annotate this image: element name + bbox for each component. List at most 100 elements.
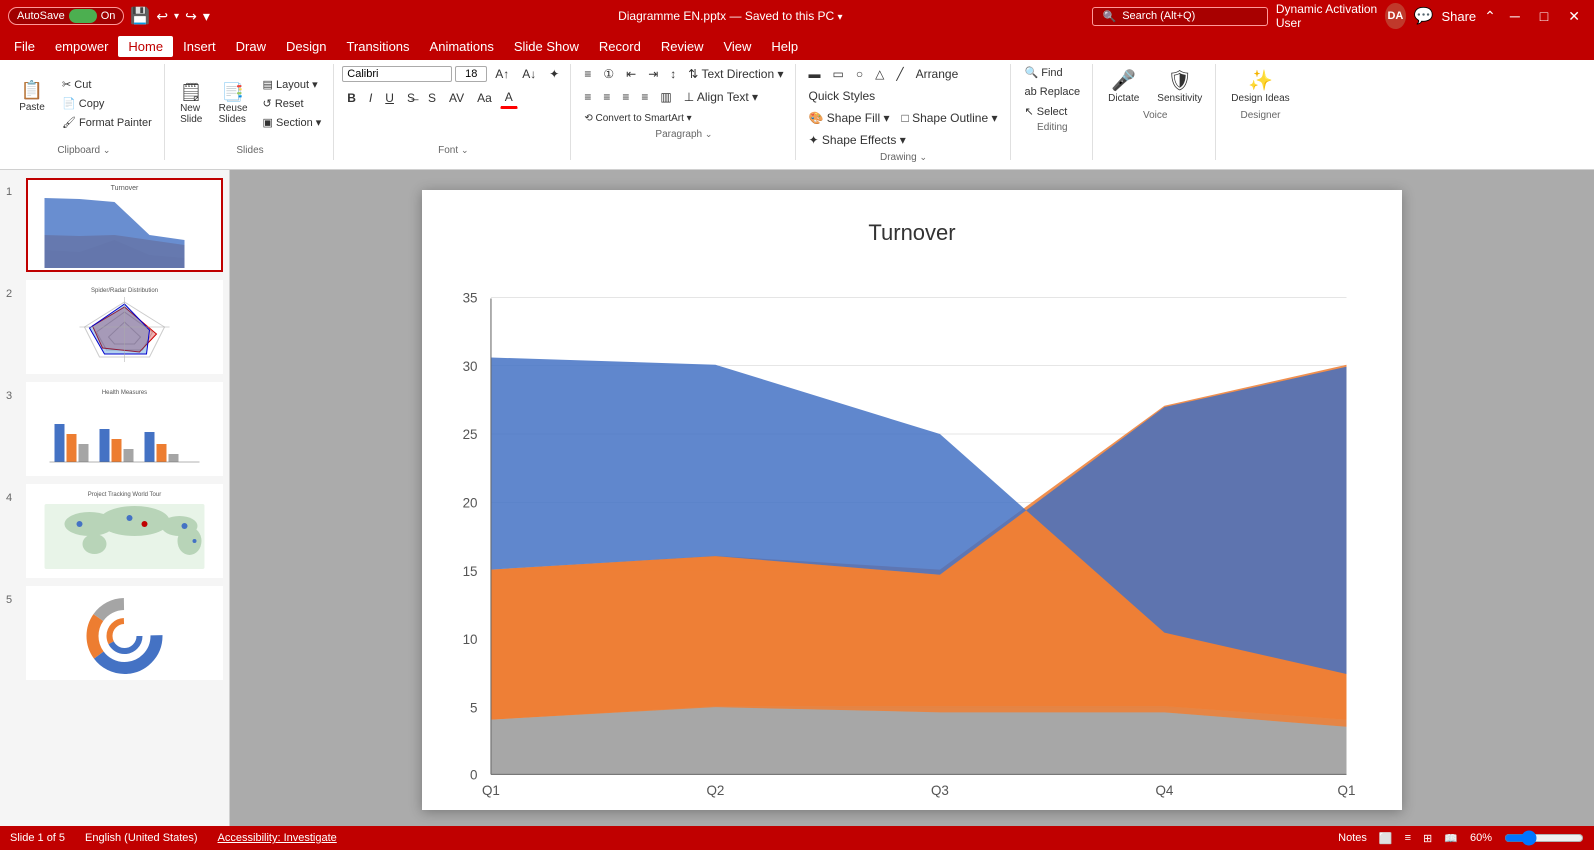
accessibility-info[interactable]: Accessibility: Investigate	[218, 832, 337, 844]
slide-thumb-4[interactable]: Project Tracking World Tour	[26, 484, 223, 578]
menu-slideshow[interactable]: Slide Show	[504, 36, 589, 57]
font-color-button[interactable]: A	[500, 87, 518, 109]
zoom-slider[interactable]	[1504, 830, 1584, 846]
save-icon[interactable]: 💾	[130, 6, 150, 26]
select-button[interactable]: ↖ Select	[1019, 103, 1087, 120]
slide-item-1[interactable]: 1 Turnover	[6, 178, 223, 272]
slide-item-2[interactable]: 2 Spider/Radar Distribution	[6, 280, 223, 374]
share-button[interactable]: Share	[1441, 9, 1476, 24]
slide-item-4[interactable]: 4 Project Tracking World Tour	[6, 484, 223, 578]
triangle-icon[interactable]: △	[870, 64, 889, 84]
shape-effects-button[interactable]: ✦ Shape Effects ▾	[804, 130, 911, 150]
decrease-font-button[interactable]: A↓	[517, 64, 541, 84]
minimize-button[interactable]: ─	[1504, 8, 1526, 24]
autosave-control[interactable]: AutoSave On	[8, 7, 124, 25]
slide-thumb-1[interactable]: Turnover	[26, 178, 223, 272]
notes-button[interactable]: Notes	[1338, 832, 1367, 844]
increase-indent-button[interactable]: ⇥	[643, 64, 663, 84]
menu-file[interactable]: File	[4, 36, 45, 57]
redo-icon[interactable]: ↪	[185, 8, 197, 25]
center-button[interactable]: ≡	[598, 87, 615, 107]
columns-button[interactable]: ▥	[655, 87, 676, 107]
menu-record[interactable]: Record	[589, 36, 651, 57]
clear-format-button[interactable]: ✦	[544, 64, 564, 84]
view-outline-icon[interactable]: ≡	[1405, 832, 1411, 844]
menu-review[interactable]: Review	[651, 36, 714, 57]
arrange-button[interactable]: Arrange	[911, 64, 964, 84]
thumb-chart-5	[28, 588, 221, 678]
oval-icon[interactable]: ○	[851, 64, 868, 84]
align-left-button[interactable]: ≡	[579, 87, 596, 107]
slide-item-5[interactable]: 5	[6, 586, 223, 680]
smartart-button[interactable]: ⟲ Convert to SmartArt ▾	[579, 110, 696, 127]
sensitivity-button[interactable]: 🛡 Sensitivity	[1150, 64, 1209, 108]
menu-animations[interactable]: Animations	[420, 36, 504, 57]
italic-button[interactable]: I	[364, 88, 377, 108]
share-comment-icon[interactable]: 💬	[1414, 6, 1434, 26]
ribbon-collapse-icon[interactable]: ⌃	[1484, 8, 1496, 25]
bullets-button[interactable]: ≡	[579, 64, 596, 84]
user-avatar[interactable]: DA	[1385, 3, 1405, 29]
menu-view[interactable]: View	[713, 36, 761, 57]
search-box[interactable]: 🔍 Search (Alt+Q)	[1092, 7, 1268, 26]
menu-design[interactable]: Design	[276, 36, 336, 57]
restore-button[interactable]: □	[1534, 8, 1554, 24]
find-button[interactable]: 🔍 Find	[1019, 64, 1087, 81]
slide-thumb-2[interactable]: Spider/Radar Distribution	[26, 280, 223, 374]
shape-outline-button[interactable]: □ Shape Outline ▾	[897, 108, 1003, 128]
quick-styles-button[interactable]: Quick Styles	[804, 86, 881, 106]
decrease-indent-button[interactable]: ⇤	[621, 64, 641, 84]
design-ideas-button[interactable]: ✨ Design Ideas	[1224, 64, 1296, 108]
menu-draw[interactable]: Draw	[226, 36, 276, 57]
format-painter-button[interactable]: 🖌 Format Painter	[56, 114, 158, 131]
align-text-button[interactable]: ⊥ Align Text ▾	[679, 87, 763, 107]
slide-thumb-5[interactable]	[26, 586, 223, 680]
underline-button[interactable]: U	[380, 88, 399, 108]
font-name-input[interactable]	[342, 66, 452, 82]
view-sorter-icon[interactable]: ⊞	[1423, 832, 1432, 845]
saved-dropdown-icon[interactable]: ▾	[838, 12, 843, 23]
font-size-input[interactable]	[455, 66, 487, 82]
reset-button[interactable]: ↺ Reset	[257, 95, 328, 112]
justify-button[interactable]: ≡	[636, 87, 653, 107]
align-right-button[interactable]: ≡	[617, 87, 634, 107]
bold-button[interactable]: B	[342, 88, 361, 108]
menu-empower[interactable]: empower	[45, 36, 118, 57]
new-slide-button[interactable]: 🗒 NewSlide	[173, 78, 210, 129]
view-normal-icon[interactable]: ⬜	[1379, 832, 1393, 845]
menu-insert[interactable]: Insert	[173, 36, 226, 57]
increase-font-button[interactable]: A↑	[490, 64, 514, 84]
cut-button[interactable]: ✂ Cut	[56, 76, 158, 93]
rectangle-icon[interactable]: ▬	[804, 64, 826, 84]
replace-button[interactable]: ab Replace	[1019, 84, 1087, 100]
menu-help[interactable]: Help	[761, 36, 808, 57]
shape-fill-button[interactable]: 🎨 Shape Fill ▾	[804, 108, 895, 128]
line-icon[interactable]: ╱	[891, 64, 908, 84]
copy-button[interactable]: 📄 Copy	[56, 95, 158, 112]
menu-home[interactable]: Home	[118, 36, 173, 57]
char-spacing-button[interactable]: AV	[444, 88, 469, 108]
menu-transitions[interactable]: Transitions	[336, 36, 419, 57]
dictate-icon: 🎤	[1111, 68, 1136, 93]
view-reading-icon[interactable]: 📖	[1444, 832, 1458, 845]
paste-button[interactable]: 📋 Paste	[10, 76, 54, 132]
reuse-slides-button[interactable]: 📑 ReuseSlides	[212, 78, 255, 129]
section-button[interactable]: ▣ Section ▾	[257, 114, 328, 131]
undo-dropdown-icon[interactable]: ▾	[174, 11, 179, 22]
text-direction-button[interactable]: ⇅ Text Direction ▾	[683, 64, 788, 84]
close-button[interactable]: ✕	[1562, 8, 1586, 25]
autosave-toggle[interactable]	[69, 9, 97, 23]
undo-icon[interactable]: ↩	[156, 8, 168, 25]
numbering-button[interactable]: ①	[598, 64, 619, 84]
slide-thumb-3[interactable]: Health Measures	[26, 382, 223, 476]
rounded-rect-icon[interactable]: ▭	[828, 64, 849, 84]
shadow-button[interactable]: S	[423, 88, 441, 108]
svg-text:0: 0	[470, 768, 477, 783]
layout-button[interactable]: ▤ Layout ▾	[257, 76, 328, 93]
line-spacing-button[interactable]: ↕	[665, 64, 681, 84]
slide-item-3[interactable]: 3 Health Measures	[6, 382, 223, 476]
change-case-button[interactable]: Aa	[472, 88, 497, 108]
quick-access-icon[interactable]: ▾	[203, 8, 210, 25]
dictate-button[interactable]: 🎤 Dictate	[1101, 64, 1146, 108]
strikethrough-button[interactable]: S̶	[402, 88, 420, 108]
